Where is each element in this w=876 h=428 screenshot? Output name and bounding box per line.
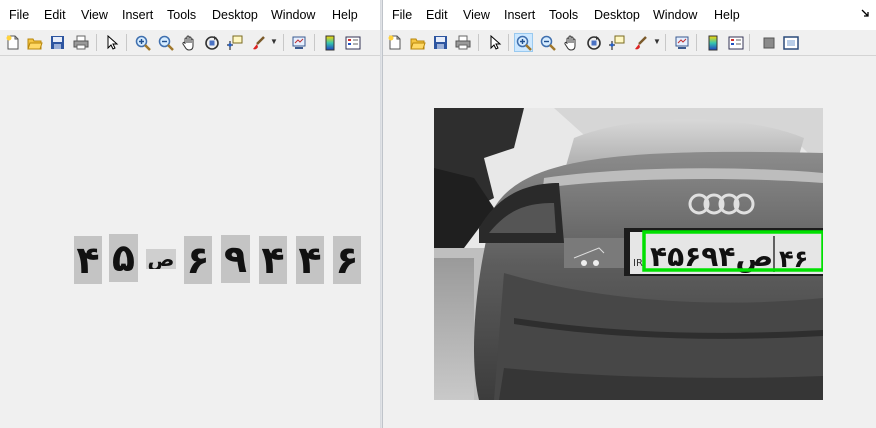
menu-file[interactable]: File — [392, 8, 412, 23]
char-2: ۵ — [109, 234, 138, 282]
hide-tools-icon[interactable] — [759, 33, 778, 52]
open-file-icon[interactable] — [408, 33, 427, 52]
brush-dropdown-arrow[interactable]: ▼ — [653, 37, 661, 47]
char-7: ۴ — [296, 236, 324, 284]
save-icon[interactable] — [48, 33, 67, 52]
menu-tools[interactable]: Tools — [549, 8, 578, 23]
show-tools-icon[interactable] — [781, 33, 800, 52]
figure-window-left: File Edit View Insert Tools Desktop Wind… — [0, 0, 380, 428]
pan-icon[interactable] — [179, 33, 198, 52]
print-icon[interactable] — [453, 33, 472, 52]
open-file-icon[interactable] — [25, 33, 44, 52]
menu-insert[interactable]: Insert — [504, 8, 535, 23]
menu-view[interactable]: View — [463, 8, 490, 23]
save-icon[interactable] — [431, 33, 450, 52]
pointer-icon[interactable] — [102, 33, 121, 52]
zoom-in-icon[interactable] — [133, 33, 152, 52]
pointer-icon[interactable] — [485, 33, 504, 52]
colorbar-icon[interactable] — [320, 33, 339, 52]
new-figure-icon[interactable] — [3, 33, 22, 52]
zoom-out-icon[interactable] — [538, 33, 557, 52]
brush-icon[interactable] — [248, 33, 267, 52]
menu-help[interactable]: Help — [332, 8, 358, 23]
menu-help[interactable]: Help — [714, 8, 740, 23]
char-5: ۹ — [221, 235, 250, 283]
rotate-3d-icon[interactable] — [584, 33, 603, 52]
menu-edit[interactable]: Edit — [426, 8, 448, 23]
char-4: ۶ — [184, 236, 212, 284]
menu-desktop[interactable]: Desktop — [594, 8, 640, 23]
char-8: ۶ — [333, 236, 361, 284]
rotate-3d-icon[interactable] — [202, 33, 221, 52]
zoom-in-icon[interactable] — [514, 33, 533, 52]
menu-desktop[interactable]: Desktop — [212, 8, 258, 23]
char-3: ص — [146, 249, 176, 269]
data-cursor-icon[interactable] — [607, 33, 626, 52]
brush-icon[interactable] — [630, 33, 649, 52]
char-1: ۴ — [74, 236, 102, 284]
menu-file[interactable]: File — [9, 8, 29, 23]
link-plot-icon[interactable] — [289, 33, 308, 52]
pan-icon[interactable] — [561, 33, 580, 52]
plate-text: ۴۵ص۶۹۴ — [650, 240, 773, 273]
menu-bar: File Edit View Insert Tools Desktop Wind… — [0, 0, 380, 30]
menu-tools[interactable]: Tools — [167, 8, 196, 23]
print-icon[interactable] — [71, 33, 90, 52]
menu-window[interactable]: Window — [653, 8, 697, 23]
colorbar-icon[interactable] — [703, 33, 722, 52]
brush-dropdown-arrow[interactable]: ▼ — [270, 37, 278, 47]
link-plot-icon[interactable] — [672, 33, 691, 52]
legend-icon[interactable] — [726, 33, 745, 52]
legend-icon[interactable] — [343, 33, 362, 52]
data-cursor-icon[interactable] — [225, 33, 244, 52]
menu-window[interactable]: Window — [271, 8, 315, 23]
menu-view[interactable]: View — [81, 8, 108, 23]
figure-canvas: IR ۴۵ص۶۹۴ ۴۶ — [383, 56, 876, 428]
figure-toolbar: ▼ — [0, 30, 380, 56]
menu-edit[interactable]: Edit — [44, 8, 66, 23]
dock-arrow-icon[interactable] — [861, 9, 870, 18]
svg-text:IR: IR — [633, 258, 643, 269]
menu-insert[interactable]: Insert — [122, 8, 153, 23]
new-figure-icon[interactable] — [385, 33, 404, 52]
zoom-out-icon[interactable] — [156, 33, 175, 52]
car-photo: IR ۴۵ص۶۹۴ ۴۶ — [434, 108, 823, 400]
figure-toolbar: ▼ — [383, 30, 876, 56]
menu-bar: File Edit View Insert Tools Desktop Wind… — [383, 0, 876, 30]
figure-canvas: ۴ ۵ ص ۶ ۹ ۴ ۴ ۶ — [0, 56, 380, 428]
char-6: ۴ — [259, 236, 287, 284]
figure-window-right: File Edit View Insert Tools Desktop Wind… — [383, 0, 876, 428]
